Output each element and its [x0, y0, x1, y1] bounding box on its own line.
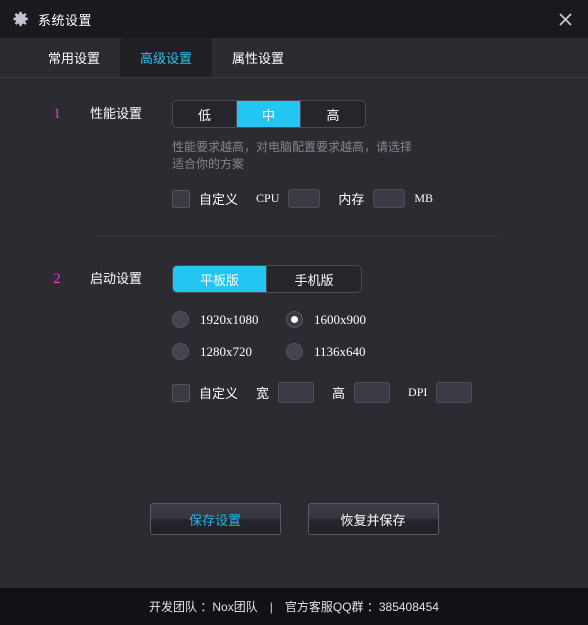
segment-label: 低 [197, 107, 211, 123]
resolution-label: 1280x720 [200, 343, 252, 359]
performance-custom-label: 自定义 [199, 192, 239, 207]
device-type-segmented-control: 平板版 手机版 [172, 265, 362, 293]
performance-high-option[interactable]: 高 [301, 101, 365, 127]
tab-advanced-settings[interactable]: 高级设置 [120, 37, 213, 77]
startup-custom-row: 自定义 宽 高 DPI [172, 382, 588, 403]
performance-custom-row: 自定义 CPU 内存 MB [172, 189, 588, 208]
performance-custom-checkbox[interactable] [172, 189, 190, 208]
resolution-option-1600x900[interactable]: 1600x900 [286, 311, 588, 328]
close-icon [558, 12, 573, 27]
width-input[interactable] [278, 382, 315, 403]
phone-version-option[interactable]: 手机版 [267, 266, 361, 292]
segment-label: 平板版 [199, 272, 239, 288]
settings-content: 1 性能设置 低 中 高 性能要求越高，对电脑配置要求越高，请选择适合你的方案 … [0, 78, 588, 588]
segment-label: 高 [326, 107, 340, 123]
height-input[interactable] [354, 382, 391, 403]
resolution-label: 1136x640 [314, 343, 366, 359]
section-divider [96, 236, 500, 237]
tab-common-settings[interactable]: 常用设置 [28, 37, 120, 77]
height-field-label: 高 [332, 386, 346, 401]
resolution-option-1920x1080[interactable]: 1920x1080 [172, 311, 286, 328]
performance-low-option[interactable]: 低 [173, 101, 237, 127]
segment-label: 手机版 [294, 272, 334, 288]
section-performance: 1 性能设置 低 中 高 性能要求越高，对电脑配置要求越高，请选择适合你的方案 … [0, 100, 588, 208]
performance-level-segmented-control: 低 中 高 [172, 100, 366, 128]
radio-icon [286, 343, 303, 360]
button-label: 恢复并保存 [340, 512, 406, 528]
tablet-version-option[interactable]: 平板版 [173, 266, 267, 292]
section-startup: 2 启动设置 平板版 手机版 1920x1080 1600x900 1280x7… [0, 265, 588, 403]
section-label-startup: 启动设置 [90, 271, 143, 286]
save-settings-button[interactable]: 保存设置 [149, 503, 281, 535]
button-label: 保存设置 [188, 512, 241, 528]
resolution-option-1136x640[interactable]: 1136x640 [286, 343, 588, 360]
section-marker-2: 2 [53, 271, 61, 287]
performance-hint-text: 性能要求越高，对电脑配置要求越高，请选择适合你的方案 [172, 140, 413, 171]
cpu-field-label: CPU [256, 191, 280, 205]
cpu-input[interactable] [288, 189, 321, 208]
resolution-option-1280x720[interactable]: 1280x720 [172, 343, 286, 360]
window-title: 系统设置 [38, 12, 93, 28]
tab-bar: 常用设置 高级设置 属性设置 [0, 37, 588, 78]
radio-icon [172, 311, 189, 328]
close-button[interactable] [542, 0, 588, 38]
memory-unit-label: MB [414, 191, 434, 205]
footer-dev-team: 开发团队 ：Nox团队 [149, 600, 258, 614]
footer-separator: | [269, 599, 273, 614]
resolution-label: 1600x900 [314, 311, 366, 327]
section-marker-1: 1 [53, 106, 61, 122]
system-settings-window: 系统设置 常用设置 高级设置 属性设置 1 性能设置 低 中 高 性能要求越高，… [0, 0, 588, 625]
gear-icon [12, 11, 38, 28]
segment-label: 中 [261, 107, 275, 123]
action-button-row: 保存设置 恢复并保存 [0, 503, 588, 535]
performance-medium-option[interactable]: 中 [237, 101, 301, 127]
footer-support-qq: 官方客服QQ群 ：385408454 [284, 600, 439, 614]
memory-field-label: 内存 [338, 192, 365, 207]
resolution-label: 1920x1080 [200, 311, 259, 327]
radio-icon-selected [286, 311, 303, 328]
section-label-performance: 性能设置 [90, 106, 143, 121]
tab-property-settings[interactable]: 属性设置 [212, 37, 304, 77]
tab-label: 高级设置 [140, 50, 193, 66]
memory-input[interactable] [373, 189, 406, 208]
resolution-radio-group: 1920x1080 1600x900 1280x720 1136x640 [172, 311, 588, 360]
tab-label: 属性设置 [232, 50, 285, 66]
radio-icon [172, 343, 189, 360]
footer-bar: 开发团队 ：Nox团队 | 官方客服QQ群 ：385408454 [0, 588, 588, 625]
tab-label: 常用设置 [48, 50, 101, 66]
startup-custom-label: 自定义 [199, 386, 239, 401]
title-bar: 系统设置 [0, 0, 588, 38]
dpi-input[interactable] [436, 382, 473, 403]
startup-custom-checkbox[interactable] [172, 383, 190, 402]
restore-and-save-button[interactable]: 恢复并保存 [307, 503, 439, 535]
dpi-field-label: DPI [408, 385, 428, 399]
width-field-label: 宽 [256, 386, 270, 401]
